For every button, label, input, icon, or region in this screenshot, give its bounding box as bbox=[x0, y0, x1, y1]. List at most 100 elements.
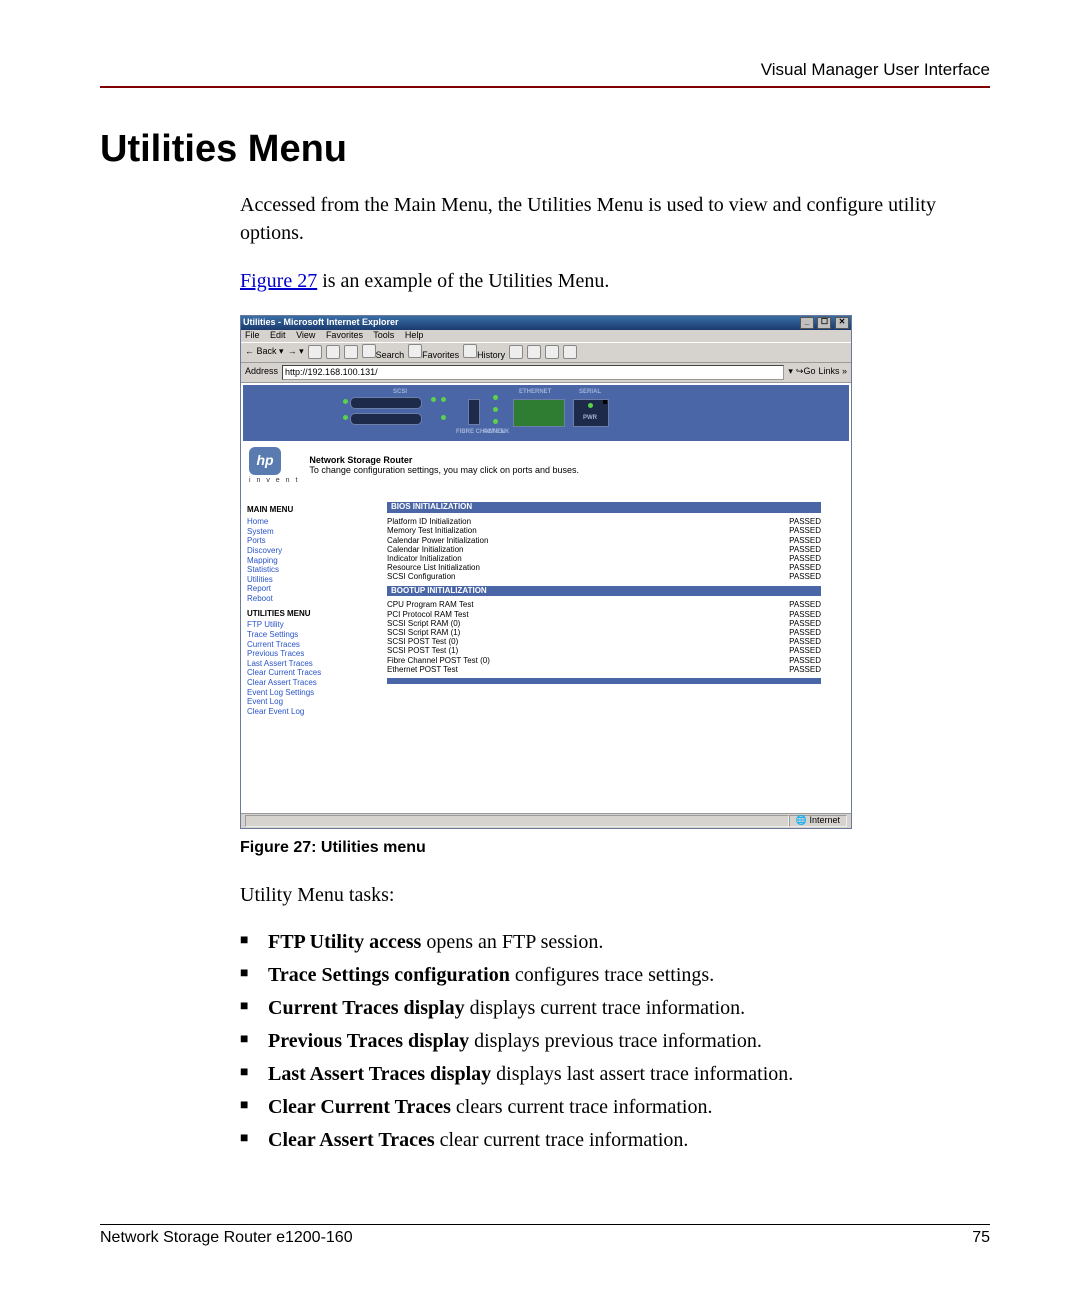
tasks-intro: Utility Menu tasks: bbox=[240, 881, 990, 909]
window-controls[interactable]: _ ☐ ✕ bbox=[799, 317, 849, 329]
utilities-menu-heading: UTILITIES MENU bbox=[247, 610, 377, 619]
table-row: SCSI Script RAM (0)PASSED bbox=[387, 619, 821, 628]
list-item: FTP Utility access opens an FTP session. bbox=[240, 929, 990, 956]
search-button[interactable]: Search bbox=[362, 344, 405, 361]
pwr-label: PWR bbox=[583, 415, 597, 422]
list-item: Clear Assert Traces clear current trace … bbox=[240, 1127, 990, 1154]
intro-paragraph-1: Accessed from the Main Menu, the Utiliti… bbox=[240, 191, 990, 247]
print-icon[interactable] bbox=[527, 345, 541, 359]
sidebar-item-current-traces[interactable]: Current Traces bbox=[247, 640, 377, 650]
sidebar-item-system[interactable]: System bbox=[247, 527, 377, 537]
table-row: Platform ID InitializationPASSED bbox=[387, 517, 821, 526]
intro-paragraph-2: Figure 27 is an example of the Utilities… bbox=[240, 267, 990, 295]
sidebar-item-clear-current-traces[interactable]: Clear Current Traces bbox=[247, 668, 377, 678]
table-row: Memory Test InitializationPASSED bbox=[387, 526, 821, 535]
hp-logo-icon: hp bbox=[249, 447, 281, 475]
ethernet-label: ETHERNET bbox=[519, 389, 551, 396]
list-item: Last Assert Traces display displays last… bbox=[240, 1061, 990, 1088]
sidebar-item-last-assert-traces[interactable]: Last Assert Traces bbox=[247, 659, 377, 669]
status-left bbox=[245, 815, 789, 827]
toolbar[interactable]: ← Back ▾ → ▾ Search Favorites History bbox=[241, 342, 851, 363]
intro-tail: is an example of the Utilities Menu. bbox=[317, 270, 609, 292]
act-label: ACT/LNK bbox=[483, 429, 509, 436]
sidebar-item-report[interactable]: Report bbox=[247, 584, 377, 594]
footer-left: Network Storage Router e1200-160 bbox=[100, 1229, 353, 1247]
serial-label: SERIAL bbox=[579, 389, 601, 396]
address-dropdown-icon[interactable]: ▾ bbox=[788, 367, 793, 377]
banner-subtitle: To change configuration settings, you ma… bbox=[309, 466, 579, 476]
table-row: Resource List InitializationPASSED bbox=[387, 563, 821, 572]
forward-button[interactable]: → ▾ bbox=[288, 347, 304, 357]
mail-icon[interactable] bbox=[509, 345, 523, 359]
tasks-list: FTP Utility access opens an FTP session.… bbox=[240, 929, 990, 1154]
sidebar-item-ports[interactable]: Ports bbox=[247, 536, 377, 546]
sidebar-item-previous-traces[interactable]: Previous Traces bbox=[247, 649, 377, 659]
sidebar-item-statistics[interactable]: Statistics bbox=[247, 565, 377, 575]
sidebar-item-mapping[interactable]: Mapping bbox=[247, 556, 377, 566]
device-diagram[interactable]: SCSI FIBRE CHANNEL ACT/LNK ETHERNET bbox=[243, 385, 849, 441]
home-icon[interactable] bbox=[344, 345, 358, 359]
table-row: PCI Protocol RAM TestPASSED bbox=[387, 610, 821, 619]
close-icon[interactable]: ✕ bbox=[835, 317, 849, 329]
table-row: SCSI Script RAM (1)PASSED bbox=[387, 628, 821, 637]
page-title: Utilities Menu bbox=[100, 128, 990, 171]
list-item: Current Traces display displays current … bbox=[240, 995, 990, 1022]
end-bar bbox=[387, 678, 821, 684]
hp-logo-block: hp i n v e n t bbox=[249, 447, 299, 485]
menu-file[interactable]: File bbox=[245, 330, 260, 340]
refresh-icon[interactable] bbox=[326, 345, 340, 359]
sidebar-item-reboot[interactable]: Reboot bbox=[247, 594, 377, 604]
table-row: Ethernet POST TestPASSED bbox=[387, 665, 821, 674]
table-row: SCSI POST Test (1)PASSED bbox=[387, 646, 821, 655]
favorites-button[interactable]: Favorites bbox=[408, 344, 459, 361]
go-button[interactable]: ↪Go bbox=[796, 367, 816, 377]
table-row: CPU Program RAM TestPASSED bbox=[387, 600, 821, 609]
maximize-icon[interactable]: ☐ bbox=[817, 317, 831, 329]
bios-section-title: BIOS INITIALIZATION bbox=[387, 502, 821, 513]
menu-favorites[interactable]: Favorites bbox=[326, 330, 363, 340]
discuss-icon[interactable] bbox=[563, 345, 577, 359]
status-zone: 🌐 Internet bbox=[789, 815, 847, 827]
links-button[interactable]: Links » bbox=[818, 367, 847, 377]
list-item: Trace Settings configuration configures … bbox=[240, 962, 990, 989]
sidebar-item-event-log-settings[interactable]: Event Log Settings bbox=[247, 688, 377, 698]
hp-invent-text: i n v e n t bbox=[249, 477, 299, 485]
address-label: Address bbox=[245, 367, 278, 377]
window-title: Utilities - Microsoft Internet Explorer bbox=[243, 318, 399, 328]
menu-tools[interactable]: Tools bbox=[373, 330, 394, 340]
minimize-icon[interactable]: _ bbox=[800, 317, 814, 329]
table-row: SCSI ConfigurationPASSED bbox=[387, 572, 821, 581]
figure-caption: Figure 27: Utilities menu bbox=[240, 839, 990, 857]
sidebar-item-event-log[interactable]: Event Log bbox=[247, 697, 377, 707]
scsi-label: SCSI bbox=[393, 389, 407, 396]
sidebar-item-clear-event-log[interactable]: Clear Event Log bbox=[247, 707, 377, 717]
menu-help[interactable]: Help bbox=[405, 330, 424, 340]
menu-view[interactable]: View bbox=[296, 330, 315, 340]
stop-icon[interactable] bbox=[308, 345, 322, 359]
edit-icon[interactable] bbox=[545, 345, 559, 359]
sidebar-item-ftp-utility[interactable]: FTP Utility bbox=[247, 620, 377, 630]
sidebar-item-trace-settings[interactable]: Trace Settings bbox=[247, 630, 377, 640]
figure-link[interactable]: Figure 27 bbox=[240, 270, 317, 292]
sidebar-item-discovery[interactable]: Discovery bbox=[247, 546, 377, 556]
table-row: SCSI POST Test (0)PASSED bbox=[387, 637, 821, 646]
menu-bar[interactable]: File Edit View Favorites Tools Help bbox=[241, 330, 851, 342]
bootup-section-title: BOOTUP INITIALIZATION bbox=[387, 586, 821, 597]
table-row: Fibre Channel POST Test (0)PASSED bbox=[387, 656, 821, 665]
menu-edit[interactable]: Edit bbox=[270, 330, 286, 340]
browser-window: Utilities - Microsoft Internet Explorer … bbox=[240, 315, 852, 829]
list-item: Clear Current Traces clears current trac… bbox=[240, 1094, 990, 1121]
address-input[interactable] bbox=[282, 365, 784, 380]
footer-page-number: 75 bbox=[972, 1229, 990, 1247]
back-button[interactable]: ← Back ▾ bbox=[245, 347, 284, 357]
main-menu-heading: MAIN MENU bbox=[247, 506, 377, 515]
history-button[interactable]: History bbox=[463, 344, 505, 361]
sidebar-item-utilities[interactable]: Utilities bbox=[247, 575, 377, 585]
sidebar-item-clear-assert-traces[interactable]: Clear Assert Traces bbox=[247, 678, 377, 688]
list-item: Previous Traces display displays previou… bbox=[240, 1028, 990, 1055]
table-row: Indicator InitializationPASSED bbox=[387, 554, 821, 563]
sidebar-item-home[interactable]: Home bbox=[247, 517, 377, 527]
table-row: Calendar InitializationPASSED bbox=[387, 545, 821, 554]
table-row: Calendar Power InitializationPASSED bbox=[387, 536, 821, 545]
page-header: Visual Manager User Interface bbox=[100, 60, 990, 88]
